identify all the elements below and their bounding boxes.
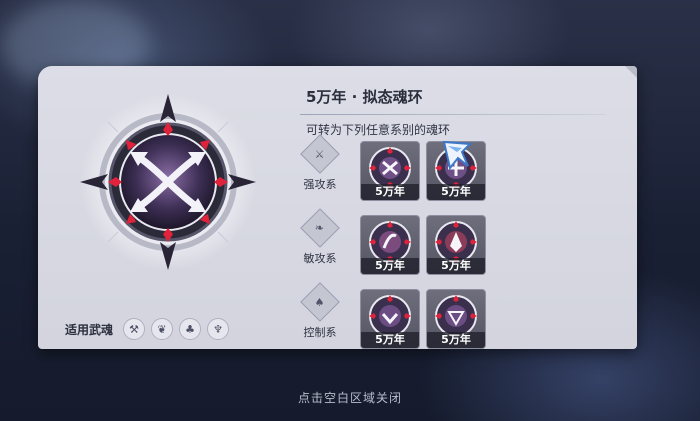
soul-ring-item[interactable]: 5万年 — [360, 141, 420, 201]
soul-ring-item[interactable]: 5万年 — [426, 289, 486, 349]
soul-ring-emblem — [78, 92, 258, 272]
category-label: 敏攻系 — [303, 252, 337, 265]
ring-age-label: 5万年 — [427, 332, 485, 348]
soul-ring-item[interactable]: 5万年 — [360, 289, 420, 349]
attack-icon: ⚔ — [300, 134, 340, 174]
panel-subtitle: 可转为下列任意系别的魂环 — [306, 123, 451, 137]
pointer-hand-icon — [442, 140, 473, 171]
applicable-weapons: 适用武魂 ⚒ ❦ ♣ ♆ — [65, 318, 230, 340]
soul-ring-item[interactable]: 5万年 — [360, 215, 420, 275]
ring-age-label: 5万年 — [427, 258, 485, 274]
close-hint[interactable]: 点击空白区域关闭 — [0, 389, 700, 406]
soul-ring-item[interactable]: 5万年 — [426, 215, 486, 275]
ring-age-label: 5万年 — [427, 184, 485, 200]
panel-corner-notch — [625, 66, 637, 78]
totem-icon[interactable]: ♆ — [207, 318, 230, 340]
category-label: 强攻系 — [303, 178, 337, 191]
category-attack: ⚔ 强攻系 — [294, 134, 346, 192]
leaf-icon: ♠ — [300, 282, 340, 322]
soul-ring-detail-panel: 适用武魂 ⚒ ❦ ♣ ♆ 5万年 · 拟态魂环 可转为下列任意系别的魂环 ⚔ 强… — [38, 66, 637, 349]
panel-title: 5万年 · 拟态魂环 — [306, 88, 423, 106]
weapons-label: 适用武魂 — [65, 322, 114, 337]
feather-icon: ❧ — [300, 208, 340, 248]
ring-age-label: 5万年 — [361, 258, 419, 274]
axe-icon[interactable]: ⚒ — [123, 318, 146, 340]
ring-age-label: 5万年 — [361, 184, 419, 200]
sprout-icon[interactable]: ♣ — [179, 318, 202, 340]
category-label: 控制系 — [303, 326, 337, 339]
category-control: ♠ 控制系 — [294, 282, 346, 340]
ring-age-label: 5万年 — [361, 332, 419, 348]
category-agility: ❧ 敏攻系 — [294, 208, 346, 266]
wing-icon[interactable]: ❦ — [151, 318, 174, 340]
title-divider — [300, 114, 606, 115]
